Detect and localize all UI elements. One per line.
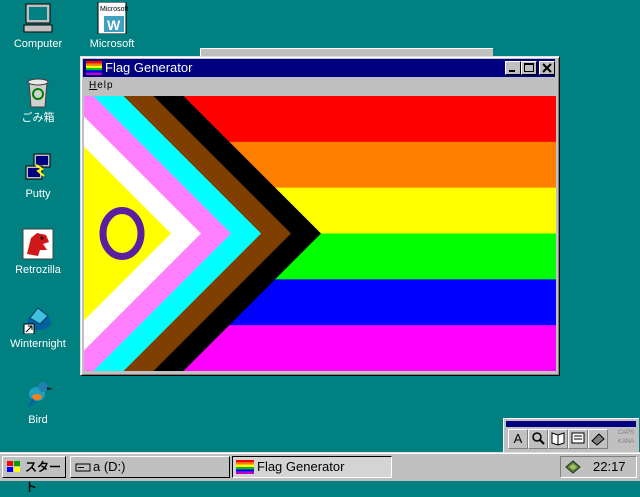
window-titlebar[interactable]: Flag Generator bbox=[83, 59, 555, 77]
desktop-icon-winternight[interactable]: Winternight bbox=[0, 302, 76, 351]
ime-pad-button[interactable] bbox=[568, 429, 588, 449]
flag-canvas bbox=[84, 96, 556, 371]
bird-icon bbox=[22, 378, 54, 410]
network-icon[interactable] bbox=[564, 459, 582, 475]
desktop-icon-label: Putty bbox=[25, 188, 51, 200]
eraser-icon bbox=[591, 433, 605, 446]
menu-bar: Help bbox=[83, 78, 555, 95]
close-icon bbox=[542, 63, 552, 73]
magnifier-icon bbox=[532, 432, 545, 445]
progress-intersex-flag bbox=[84, 96, 556, 371]
ime-properties-button[interactable] bbox=[588, 429, 608, 449]
window-title: Flag Generator bbox=[105, 60, 193, 75]
drive-icon bbox=[75, 463, 91, 472]
ime-mode-button[interactable]: A bbox=[508, 429, 528, 449]
desktop-icon-bird[interactable]: Bird bbox=[0, 378, 76, 427]
computer-icon bbox=[22, 2, 54, 34]
pad-icon bbox=[571, 432, 585, 444]
taskbar-flag-generator-button[interactable]: Flag Generator bbox=[232, 456, 392, 478]
desktop-icon-recycle-bin[interactable]: ごみ箱 bbox=[0, 76, 76, 125]
word-icon: Microsoft W bbox=[96, 1, 128, 35]
ime-dictionary-button[interactable] bbox=[548, 429, 568, 449]
start-button[interactable]: スタート bbox=[2, 456, 66, 494]
caps-kana-indicator: CAPS KANA bbox=[617, 430, 635, 445]
maximize-button[interactable] bbox=[521, 61, 537, 75]
taskbar-drive-button[interactable]: a (D:) bbox=[70, 456, 230, 478]
svg-text:Microsoft: Microsoft bbox=[100, 6, 128, 13]
taskbar-drive-label: a (D:) bbox=[93, 459, 126, 474]
desktop-icon-putty[interactable]: Putty bbox=[0, 152, 76, 201]
desktop-icon-label: Bird bbox=[28, 414, 48, 426]
ime-toolbar: A CAPS KANA bbox=[503, 418, 639, 452]
desktop-icon-label: Winternight bbox=[10, 338, 66, 350]
start-label: スタート bbox=[25, 460, 62, 494]
ime-search-button[interactable] bbox=[528, 429, 548, 449]
recycle-bin-icon bbox=[22, 76, 54, 108]
flag-generator-window: Flag Generator Help bbox=[80, 56, 560, 376]
book-icon bbox=[551, 432, 565, 446]
close-button[interactable] bbox=[539, 61, 555, 75]
minimize-button[interactable] bbox=[505, 61, 521, 75]
svg-text:W: W bbox=[107, 17, 121, 33]
ime-toolbar-titlebar[interactable] bbox=[506, 421, 636, 427]
taskbar-task-label: Flag Generator bbox=[257, 459, 345, 474]
minimize-icon bbox=[509, 70, 515, 72]
maximize-icon bbox=[524, 63, 534, 72]
desktop-icon-label: Computer bbox=[13, 38, 63, 50]
clock[interactable]: 22:17 bbox=[593, 457, 626, 477]
system-tray: 22:17 bbox=[560, 456, 637, 478]
desktop-icon-label: Retrozilla bbox=[15, 264, 61, 276]
desktop-icon-computer[interactable]: Computer bbox=[0, 2, 76, 51]
putty-icon bbox=[22, 152, 54, 184]
desktop-icon-label: ごみ箱 bbox=[21, 112, 55, 124]
desktop-icon-retrozilla[interactable]: Retrozilla bbox=[0, 228, 76, 277]
menu-help[interactable]: Help bbox=[89, 80, 114, 91]
desktop-icon-label: Microsoft bbox=[89, 38, 135, 50]
rainbow-flag-icon bbox=[236, 460, 254, 474]
taskbar: スタート a (D:) Flag Generator 22:17 bbox=[0, 452, 640, 494]
desktop-icon-microsoft-word[interactable]: Microsoft W Microsoft bbox=[74, 1, 150, 51]
windows-logo-icon bbox=[7, 461, 20, 472]
retrozilla-icon bbox=[22, 228, 54, 260]
rainbow-flag-icon bbox=[86, 61, 102, 75]
winternight-icon bbox=[22, 302, 54, 335]
